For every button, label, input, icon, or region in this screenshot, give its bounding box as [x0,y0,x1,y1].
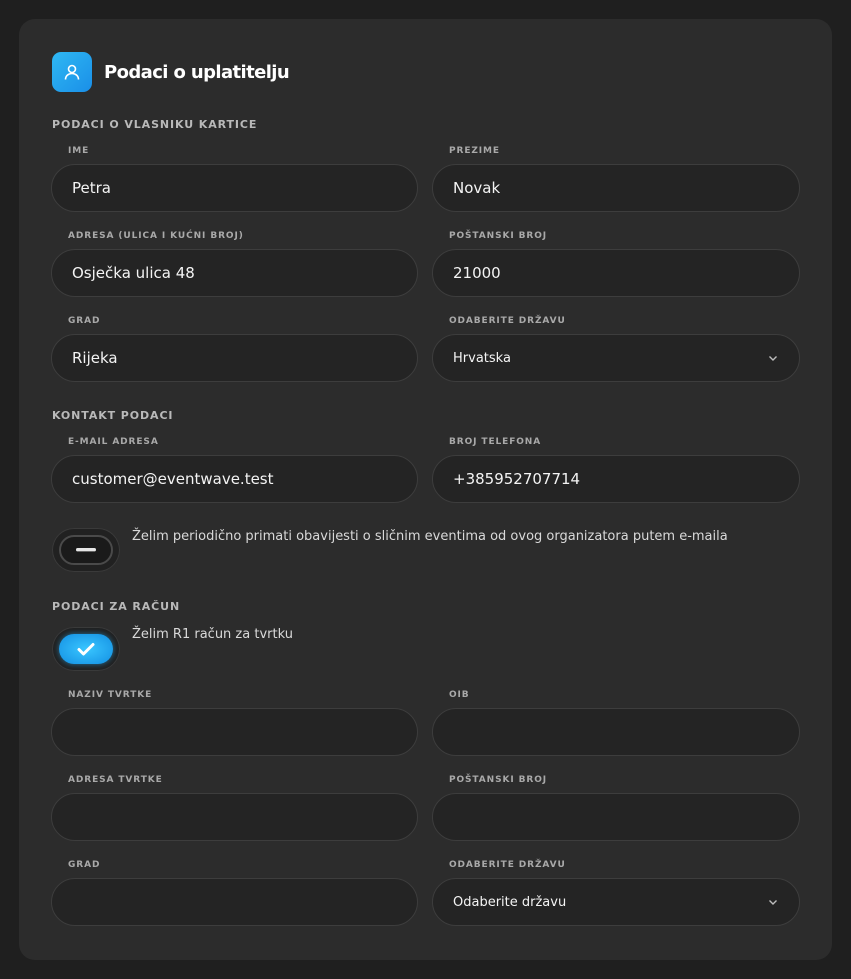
company-country-select[interactable]: Odaberite državu [432,878,800,926]
oib-input[interactable] [432,708,800,756]
company-city-input[interactable] [51,878,418,926]
company-country-label: ODABERITE DRŽAVU [449,860,566,870]
card-title: Podaci o uplatitelju [104,61,290,83]
newsletter-text: Želim periodično primati obavijesti o sl… [132,529,728,544]
section-title-cardholder: PODACI O VLASNIKU KARTICE [52,118,258,131]
address-label: ADRESA (ULICA I KUĆNI BROJ) [68,231,244,241]
newsletter-toggle[interactable] [52,528,120,572]
country-select[interactable]: Hrvatska [432,334,800,382]
email-input[interactable]: customer@eventwave.test [51,455,418,503]
last-name-input[interactable]: Novak [432,164,800,212]
r1-toggle[interactable] [52,627,120,671]
email-label: E-MAIL ADRESA [68,437,159,447]
city-label: GRAD [68,316,101,326]
postal-code-input[interactable]: 21000 [432,249,800,297]
r1-toggle-knob [59,634,113,664]
newsletter-toggle-knob [59,535,113,565]
oib-label: OIB [449,690,470,700]
last-name-label: PREZIME [449,146,500,156]
section-title-contact: KONTAKT PODACI [52,409,174,422]
first-name-input[interactable]: Petra [51,164,418,212]
address-input[interactable]: Osječka ulica 48 [51,249,418,297]
company-city-label: GRAD [68,860,101,870]
company-name-label: NAZIV TVRTKE [68,690,153,700]
city-input[interactable]: Rijeka [51,334,418,382]
company-postal-code-label: POŠTANSKI BROJ [449,775,547,785]
chevron-down-icon [769,356,777,361]
user-icon [52,52,92,92]
minus-icon [76,548,96,552]
payer-details-card: Podaci o uplatitelju PODACI O VLASNIKU K… [19,19,832,960]
postal-code-label: POŠTANSKI BROJ [449,231,547,241]
chevron-down-icon [769,900,777,905]
company-name-input[interactable] [51,708,418,756]
r1-text: Želim R1 račun za tvrtku [132,627,293,642]
company-postal-code-input[interactable] [432,793,800,841]
company-address-input[interactable] [51,793,418,841]
card-header: Podaci o uplatitelju [52,52,290,92]
first-name-label: IME [68,146,90,156]
phone-label: BROJ TELEFONA [449,437,542,447]
section-title-invoice: PODACI ZA RAČUN [52,600,181,613]
checkmark-icon [77,643,95,656]
phone-input[interactable]: +385952707714 [432,455,800,503]
country-label: ODABERITE DRŽAVU [449,316,566,326]
company-address-label: ADRESA TVRTKE [68,775,163,785]
